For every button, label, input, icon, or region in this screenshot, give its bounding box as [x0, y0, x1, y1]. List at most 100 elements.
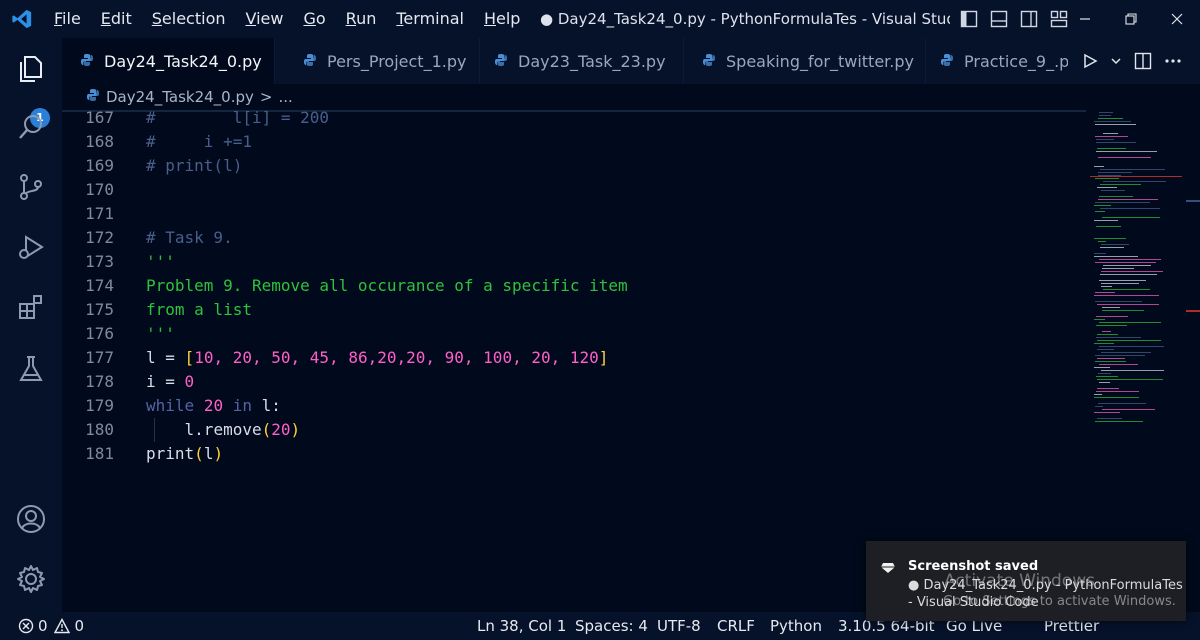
language-mode[interactable]: Python — [770, 612, 822, 640]
menu-item-go[interactable]: Go — [293, 0, 335, 38]
end-of-line[interactable]: CRLF — [717, 612, 755, 640]
tab-day23-task23[interactable]: Day23_Task_23.py — [480, 38, 684, 84]
line-number: 175 — [85, 300, 114, 319]
minimap-line — [1095, 178, 1119, 179]
code-token: ( — [194, 444, 204, 463]
menu-item-selection[interactable]: Selection — [142, 0, 236, 38]
line-number: 174 — [85, 276, 114, 295]
menu-item-edit[interactable]: Edit — [91, 0, 142, 38]
python-file-icon — [494, 52, 508, 71]
extensions-icon[interactable] — [12, 288, 50, 326]
warning-icon — [53, 618, 70, 634]
toggle-primary-sidebar-icon[interactable] — [960, 10, 978, 28]
vertical-scrollbar[interactable] — [1186, 110, 1200, 612]
code-token: ] — [598, 348, 609, 367]
python-file-icon — [80, 52, 94, 71]
settings-gear-icon[interactable] — [12, 560, 50, 598]
tab-pers-project[interactable]: Pers_Project_1.py — [275, 38, 480, 84]
menu-label: elp — [496, 9, 521, 28]
split-editor-icon[interactable] — [1134, 52, 1152, 70]
minimap-line — [1099, 346, 1164, 347]
minimap-line — [1095, 136, 1128, 137]
breadcrumb-separator: > — [259, 88, 273, 106]
menu-item-run[interactable]: Run — [336, 0, 387, 38]
problems-indicator[interactable]: 0 0 — [18, 612, 84, 640]
menu-item-file[interactable]: File — [44, 0, 91, 38]
minimap-line — [1094, 319, 1105, 320]
menu-mnemonic: V — [245, 9, 257, 28]
minimap-line — [1097, 340, 1161, 341]
more-actions-icon[interactable] — [1164, 52, 1182, 70]
accounts-icon[interactable] — [12, 500, 50, 538]
warning-count: 0 — [74, 617, 85, 635]
minimap-line — [1094, 343, 1114, 344]
explorer-icon[interactable] — [12, 50, 50, 88]
line-number: 171 — [85, 204, 114, 223]
chevron-down-icon[interactable] — [1110, 55, 1122, 67]
minimize-icon[interactable] — [1062, 0, 1108, 38]
minimap-line — [1099, 196, 1133, 197]
minimap-line — [1100, 169, 1165, 170]
breadcrumb-file[interactable]: Day24_Task24_0.py — [106, 88, 254, 106]
menu-mnemonic: F — [54, 9, 63, 28]
minimap-line — [1094, 295, 1159, 296]
vscode-logo-icon — [0, 0, 44, 38]
toggle-secondary-sidebar-icon[interactable] — [1020, 10, 1038, 28]
minimap-line — [1098, 157, 1151, 158]
code-token: = — [155, 348, 185, 367]
python-file-icon — [702, 52, 716, 71]
code-editor[interactable]: 167 # l[i] = 200 168 # i +=1 169 # print(l)… — [62, 108, 1090, 612]
line-number: 181 — [85, 444, 114, 463]
menu-item-terminal[interactable]: Terminal — [386, 0, 474, 38]
minimap-line — [1096, 316, 1128, 317]
code-text: Problem 9. Remove all occurance of a spe… — [146, 276, 628, 295]
breadcrumb-more[interactable]: ... — [278, 88, 292, 106]
minimap-line — [1096, 337, 1141, 338]
window-controls — [1062, 0, 1200, 38]
code-token: l — [203, 444, 214, 463]
minimap-line — [1094, 121, 1131, 122]
search-icon[interactable] — [12, 108, 50, 146]
minimap[interactable] — [1090, 110, 1182, 440]
minimap-line — [1094, 397, 1139, 398]
python-file-icon — [940, 52, 954, 71]
restore-icon[interactable] — [1108, 0, 1154, 38]
encoding[interactable]: UTF-8 — [657, 612, 701, 640]
minimap-line — [1095, 361, 1126, 362]
source-control-icon[interactable] — [12, 168, 50, 206]
menu-label: un — [356, 9, 377, 28]
run-debug-icon[interactable] — [12, 228, 50, 266]
editor-actions — [1068, 38, 1200, 84]
tab-label: Day23_Task_23.py — [518, 51, 666, 71]
minimap-line — [1098, 118, 1123, 119]
indentation[interactable]: Spaces: 4 — [575, 612, 648, 640]
minimap-line — [1099, 322, 1161, 323]
minimap-line — [1097, 187, 1117, 188]
menu-item-help[interactable]: Help — [474, 0, 530, 38]
code-text: # i +=1 — [146, 132, 252, 151]
menu-label: election — [161, 9, 226, 28]
minimap-line — [1102, 307, 1120, 308]
code-token: : — [271, 396, 281, 415]
line-number: 168 — [85, 132, 114, 151]
minimap-line — [1094, 205, 1111, 206]
code-token: 0 — [184, 372, 195, 391]
tab-day24-task24[interactable]: Day24_Task24_0.py — [62, 38, 275, 84]
scrollbar-error-marker — [1186, 310, 1200, 312]
menu-item-view[interactable]: View — [236, 0, 294, 38]
minimap-line — [1101, 244, 1129, 245]
indent-guide — [154, 418, 155, 442]
tab-speaking-for-twitter[interactable]: Speaking_for_twitter.py — [684, 38, 926, 84]
testing-icon[interactable] — [12, 350, 50, 388]
tab-practice-9[interactable]: Practice_9_.py — [926, 38, 1078, 84]
python-file-icon — [303, 52, 317, 71]
minimap-line — [1098, 373, 1111, 374]
close-icon[interactable] — [1154, 0, 1200, 38]
cursor-position[interactable]: Ln 38, Col 1 — [477, 612, 566, 640]
code-token: = — [155, 372, 185, 391]
activate-windows-watermark: Activate Windows — [944, 571, 1095, 591]
line-number: 176 — [85, 324, 114, 343]
toggle-panel-icon[interactable] — [990, 10, 1008, 28]
run-file-icon[interactable] — [1082, 53, 1098, 69]
menu-mnemonic: E — [100, 9, 111, 28]
